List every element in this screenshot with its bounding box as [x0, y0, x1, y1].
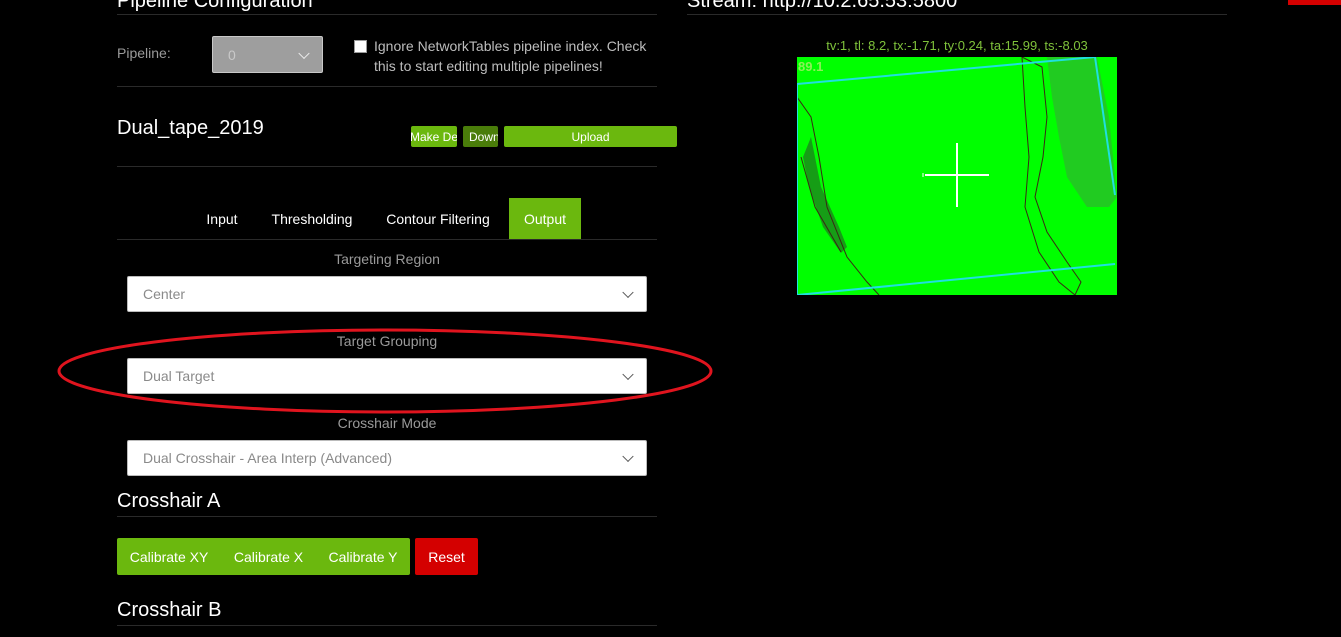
- ignore-nt-help-line1: Ignore NetworkTables pipeline index. Che…: [374, 38, 647, 54]
- targeting-region-value: Center: [143, 286, 186, 302]
- ignore-nt-checkbox[interactable]: [354, 40, 367, 53]
- tabs-divider: [117, 239, 657, 240]
- crosshair-mode-select[interactable]: Dual Crosshair - Area Interp (Advanced): [127, 440, 647, 476]
- divider: [687, 14, 1227, 15]
- reset-button[interactable]: Reset: [415, 538, 478, 575]
- ignore-nt-help-line2: this to start editing multiple pipelines…: [374, 58, 603, 74]
- calibrate-xy-button[interactable]: Calibrate XY: [117, 538, 221, 575]
- camera-stream-image: 89.1: [797, 57, 1117, 295]
- crosshair-b-title: Crosshair B: [117, 599, 222, 621]
- tab-input[interactable]: Input: [196, 198, 248, 239]
- divider: [117, 14, 657, 15]
- divider: [117, 516, 657, 517]
- make-default-button[interactable]: Make De: [411, 126, 457, 147]
- targeting-region-label: Targeting Region: [334, 251, 440, 267]
- upload-button[interactable]: Upload: [504, 126, 677, 147]
- calibrate-x-button[interactable]: Calibrate X: [221, 538, 316, 575]
- divider: [117, 86, 657, 87]
- chevron-down-icon: [622, 286, 634, 299]
- pipeline-name: Dual_tape_2019: [117, 117, 264, 139]
- divider: [117, 166, 657, 167]
- calibrate-button-group: Calibrate XY Calibrate X Calibrate Y: [117, 538, 410, 575]
- crosshair-mode-value: Dual Crosshair - Area Interp (Advanced): [143, 450, 392, 466]
- pipeline-select[interactable]: 0: [212, 36, 323, 73]
- stream-stats: tv:1, tl: 8.2, tx:-1.71, ty:0.24, ta:15.…: [826, 38, 1088, 53]
- chevron-down-icon: [298, 47, 310, 59]
- tab-output[interactable]: Output: [509, 198, 581, 239]
- download-button[interactable]: Downlo: [463, 126, 498, 147]
- chevron-down-icon: [622, 450, 634, 463]
- crosshair-mode-label: Crosshair Mode: [337, 415, 437, 431]
- pipeline-select-value: 0: [228, 46, 236, 63]
- tab-contour-filtering[interactable]: Contour Filtering: [377, 198, 499, 239]
- divider: [117, 625, 657, 626]
- tab-thresholding[interactable]: Thresholding: [263, 198, 361, 239]
- pipeline-label: Pipeline:: [117, 45, 171, 61]
- stream-title: Stream: http://10.2.65.53:5800: [687, 0, 958, 12]
- crosshair-a-title: Crosshair A: [117, 490, 221, 512]
- ignore-nt-help-text: Ignore NetworkTables pipeline index. Che…: [374, 36, 664, 76]
- annotation-ellipse: [57, 328, 713, 414]
- pipeline-config-title: Pipeline Configuration: [117, 0, 313, 12]
- targeting-region-select[interactable]: Center: [127, 276, 647, 312]
- calibrate-y-button[interactable]: Calibrate Y: [316, 538, 410, 575]
- stream-overlay-label: 89.1: [798, 59, 823, 74]
- top-right-red-badge: [1288, 0, 1341, 5]
